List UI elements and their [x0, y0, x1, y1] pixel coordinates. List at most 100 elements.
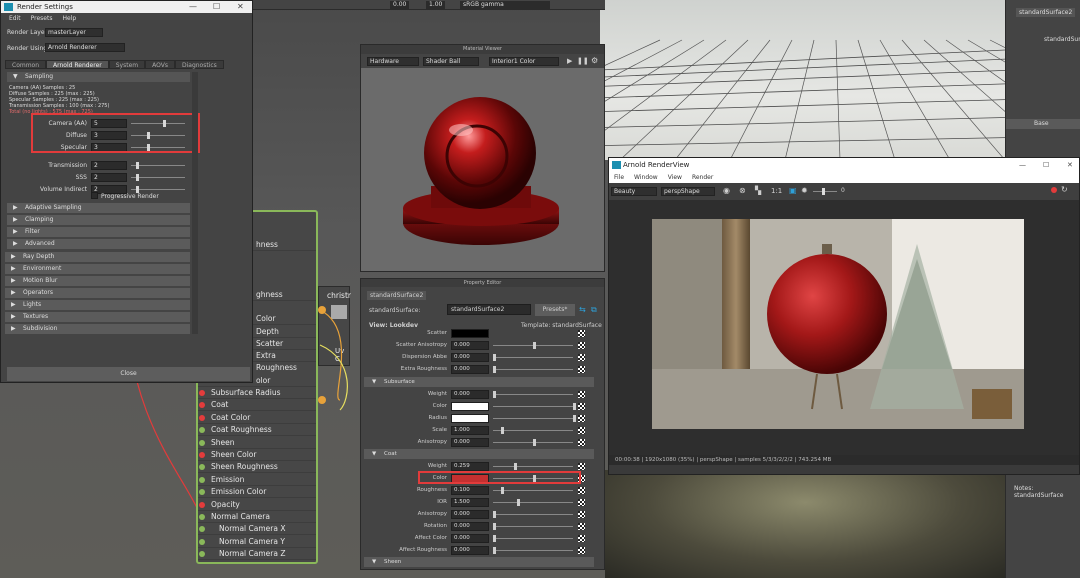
input-port-icon[interactable]	[199, 464, 205, 471]
input-port-icon[interactable]	[199, 452, 205, 458]
output-port-icon-2[interactable]	[318, 396, 326, 404]
menu-item-window[interactable]: Window	[634, 172, 658, 183]
property-slider[interactable]	[493, 418, 573, 419]
node-name-field[interactable]: standardSurface2	[447, 304, 531, 315]
input-port-icon[interactable]	[199, 551, 205, 558]
refresh-icon[interactable]: ↻	[1061, 185, 1068, 194]
section-subdivision[interactable]: ▶ Subdivision	[5, 324, 190, 334]
minimize-icon[interactable]: —	[189, 1, 197, 13]
progressive-render-checkbox[interactable]	[91, 192, 98, 199]
input-port-icon[interactable]	[199, 414, 205, 421]
scrollbar[interactable]	[192, 72, 198, 334]
map-button-icon[interactable]	[578, 342, 585, 349]
property-slider-knob[interactable]	[533, 342, 536, 349]
play-icon[interactable]: ▶	[567, 57, 572, 65]
pause-icon[interactable]: ❚❚	[577, 57, 589, 65]
property-slider-knob[interactable]	[493, 511, 496, 518]
exposure-value[interactable]: 0	[841, 187, 845, 194]
map-button-icon[interactable]	[578, 403, 585, 410]
property-field[interactable]: 0.000	[451, 365, 489, 374]
property-slider[interactable]	[493, 357, 573, 358]
tab-standardsurface2[interactable]: standardSurface2	[367, 291, 427, 300]
param-slider-knob[interactable]	[136, 186, 140, 193]
gear-icon[interactable]: ⚙	[591, 56, 598, 65]
input-output-icon[interactable]: ⇆	[579, 305, 586, 314]
property-slider[interactable]	[493, 406, 573, 407]
section-adaptive-sampling[interactable]: ▶ Adaptive Sampling	[7, 203, 190, 213]
map-button-icon[interactable]	[578, 499, 585, 506]
property-slider-knob[interactable]	[501, 427, 504, 434]
node-attribute-row[interactable]: Coat Roughness	[198, 424, 316, 437]
property-field[interactable]: 0.000	[451, 438, 489, 447]
input-port-icon[interactable]	[199, 501, 205, 508]
tab-arnold-renderer[interactable]: Arnold Renderer	[46, 60, 109, 69]
frame-icon[interactable]: ▣	[789, 186, 797, 195]
input-port-icon[interactable]	[199, 390, 205, 396]
tab-system[interactable]: System	[108, 60, 146, 69]
colorspace-dropdown[interactable]: sRGB gamma	[460, 1, 550, 9]
param-slider-knob[interactable]	[136, 162, 140, 169]
node-attribute-row[interactable]: Opacity	[198, 499, 316, 511]
map-button-icon[interactable]	[578, 511, 585, 518]
input-port-icon[interactable]	[199, 439, 205, 446]
menu-item-help[interactable]: Help	[62, 13, 76, 24]
property-field[interactable]: 1.000	[451, 426, 489, 435]
property-slider[interactable]	[493, 490, 573, 491]
crop-icon[interactable]: ⊗	[739, 186, 746, 195]
property-slider-knob[interactable]	[513, 463, 517, 470]
node-attribute-row[interactable]: Subsurface Radius	[198, 387, 316, 399]
property-field[interactable]: 0.000	[451, 510, 489, 519]
section-advanced[interactable]: ▶ Advanced	[7, 239, 190, 249]
renderer-dropdown[interactable]: Hardware	[367, 57, 419, 66]
tab-common[interactable]: Common	[5, 60, 47, 69]
property-slider-knob[interactable]	[493, 547, 496, 554]
map-button-icon[interactable]	[578, 463, 585, 470]
section-motion-blur[interactable]: ▶ Motion Blur	[5, 276, 190, 286]
property-slider[interactable]	[493, 502, 573, 503]
node-attribute-row[interactable]: Sheen Color	[198, 449, 316, 461]
property-slider[interactable]	[493, 538, 573, 539]
property-slider-knob[interactable]	[493, 523, 496, 530]
map-button-icon[interactable]	[578, 415, 585, 422]
param-field[interactable]: 2	[91, 173, 127, 182]
render-icon[interactable]: ◉	[723, 186, 730, 195]
ratio-label[interactable]: 1:1	[771, 187, 782, 195]
attr-base-section[interactable]: Base	[1006, 119, 1080, 129]
node-attribute-row[interactable]: Emission Color	[198, 486, 316, 499]
property-field[interactable]: 0.000	[451, 534, 489, 543]
menu-item-file[interactable]: File	[614, 172, 624, 183]
render-using-dropdown[interactable]: Arnold Renderer	[45, 43, 125, 52]
property-slider-knob[interactable]	[573, 415, 576, 422]
property-slider-knob[interactable]	[493, 391, 496, 398]
menu-item-render[interactable]: Render	[692, 172, 713, 183]
section-filter[interactable]: ▶ Filter	[7, 227, 190, 237]
property-field[interactable]: 0.000	[451, 353, 489, 362]
property-field[interactable]: 0.000	[451, 341, 489, 350]
attr-tab[interactable]: standardSurface2	[1016, 8, 1076, 17]
param-slider-knob[interactable]	[136, 174, 140, 181]
property-slider[interactable]	[493, 514, 573, 515]
color-swatch[interactable]	[451, 329, 489, 338]
presets-button[interactable]: Presets*	[535, 304, 575, 316]
property-slider-knob[interactable]	[501, 487, 504, 494]
section-textures[interactable]: ▶ Textures	[5, 312, 190, 322]
property-slider[interactable]	[493, 394, 573, 395]
menu-item-presets[interactable]: Presets	[31, 13, 53, 24]
input-port-icon[interactable]	[199, 526, 205, 533]
section-ray-depth[interactable]: ▶ Ray Depth	[5, 252, 190, 262]
coat-section[interactable]: ▼ Coat	[364, 449, 594, 459]
property-slider[interactable]	[493, 550, 573, 551]
input-port-icon[interactable]	[199, 489, 205, 496]
property-slider-knob[interactable]	[493, 366, 496, 373]
channel-icon[interactable]: ▚	[755, 186, 761, 195]
property-slider-knob[interactable]	[517, 499, 520, 506]
node-attribute-row[interactable]: Normal Camera Z	[198, 548, 316, 561]
close-icon[interactable]: ✕	[237, 1, 244, 13]
exposure-icon[interactable]: ✹	[801, 186, 808, 195]
property-slider[interactable]	[493, 466, 573, 467]
map-button-icon[interactable]	[578, 547, 585, 554]
sampling-section[interactable]: ▼ Sampling	[7, 72, 190, 82]
tab-aovs[interactable]: AOVs	[145, 60, 175, 69]
node-attribute-row[interactable]: Normal Camera	[198, 511, 316, 523]
property-slider-knob[interactable]	[493, 354, 496, 361]
